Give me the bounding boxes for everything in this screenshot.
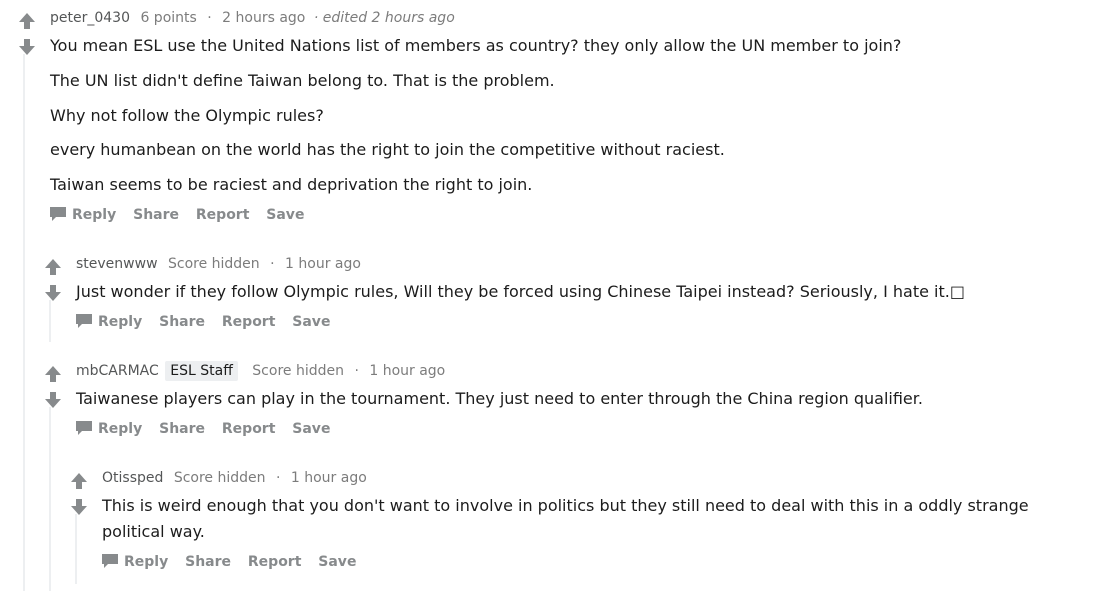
upvote-arrow-icon[interactable] xyxy=(16,11,38,31)
comment-time[interactable]: 1 hour ago xyxy=(369,363,445,379)
upvote-arrow-icon[interactable] xyxy=(68,471,90,491)
reply-bubble-icon xyxy=(102,554,118,568)
share-button[interactable]: Share xyxy=(159,421,205,437)
upvote-arrow-icon[interactable] xyxy=(42,364,64,384)
reply-bubble-icon xyxy=(76,421,92,435)
comment-paragraph: Just wonder if they follow Olympic rules… xyxy=(76,282,965,301)
comment-body: This is weird enough that you don't want… xyxy=(102,493,1062,554)
comment-actions: Reply Share Report Save xyxy=(76,420,342,438)
comment-score: 6 points xyxy=(140,10,197,26)
save-button[interactable]: Save xyxy=(318,554,356,570)
reply-label: Reply xyxy=(98,314,143,330)
comment-meta: mbCARMAC ESL Staff Score hidden · 1 hour… xyxy=(76,361,445,381)
user-flair-badge: ESL Staff xyxy=(165,361,238,381)
comment-paragraph: The UN list didn't define Taiwan belong … xyxy=(50,70,555,90)
downvote-arrow-icon[interactable] xyxy=(16,37,38,57)
report-button[interactable]: Report xyxy=(222,421,276,437)
reply-label: Reply xyxy=(72,207,117,223)
thread-line-level-2a[interactable] xyxy=(49,300,51,342)
comment-paragraph: Taiwan seems to be raciest and deprivati… xyxy=(50,175,533,195)
comment-paragraph: every humanbean on the world has the rig… xyxy=(50,140,725,160)
comment-score: Score hidden xyxy=(173,470,266,486)
downvote-arrow-icon[interactable] xyxy=(68,497,90,517)
comment-author[interactable]: mbCARMAC xyxy=(76,363,159,379)
meta-separator: · xyxy=(270,256,275,272)
comment-paragraph: Taiwanese players can play in the tourna… xyxy=(76,389,923,408)
comment-time[interactable]: 2 hours ago xyxy=(222,10,305,26)
comment-edited: · edited 2 hours ago xyxy=(313,10,455,26)
share-button[interactable]: Share xyxy=(159,314,205,330)
comment-body: Just wonder if they follow Olympic rules… xyxy=(76,279,1076,314)
report-button[interactable]: Report xyxy=(196,207,250,223)
thread-line-level-2b[interactable] xyxy=(49,407,51,591)
comment-meta: Otissped Score hidden · 1 hour ago xyxy=(102,469,367,487)
save-button[interactable]: Save xyxy=(292,421,330,437)
downvote-arrow-icon[interactable] xyxy=(42,283,64,303)
comment-paragraph: Why not follow the Olympic rules? xyxy=(50,105,324,125)
upvote-arrow-icon[interactable] xyxy=(42,257,64,277)
comment-paragraph: This is weird enough that you don't want… xyxy=(102,496,1029,541)
reply-button[interactable]: Reply xyxy=(76,314,142,330)
reply-button[interactable]: Reply xyxy=(50,207,116,223)
comment-actions: Reply Share Report Save xyxy=(76,313,342,331)
comment-meta: peter_0430 6 points · 2 hours ago · edit… xyxy=(50,9,455,27)
report-button[interactable]: Report xyxy=(222,314,276,330)
reply-bubble-icon xyxy=(76,314,92,328)
comment-body: You mean ESL use the United Nations list… xyxy=(50,33,1080,207)
meta-separator: · xyxy=(354,363,359,379)
comment-actions: Reply Share Report Save xyxy=(50,206,316,224)
comment-meta: stevenwww Score hidden · 1 hour ago xyxy=(76,255,361,273)
save-button[interactable]: Save xyxy=(292,314,330,330)
comment-time[interactable]: 1 hour ago xyxy=(291,470,367,486)
reply-label: Reply xyxy=(98,421,143,437)
report-button[interactable]: Report xyxy=(248,554,302,570)
comment-body: Taiwanese players can play in the tourna… xyxy=(76,386,1076,421)
reply-bubble-icon xyxy=(50,207,66,221)
thread-line-level-1[interactable] xyxy=(23,54,25,591)
comment-paragraph: You mean ESL use the United Nations list… xyxy=(50,36,902,55)
reply-button[interactable]: Reply xyxy=(102,554,168,570)
thread-line-level-3[interactable] xyxy=(75,514,77,584)
share-button[interactable]: Share xyxy=(133,207,179,223)
save-button[interactable]: Save xyxy=(266,207,304,223)
comment-author[interactable]: peter_0430 xyxy=(50,10,130,26)
meta-separator: · xyxy=(207,10,212,26)
comment-score: Score hidden xyxy=(167,256,260,272)
reply-label: Reply xyxy=(124,554,169,570)
comment-time[interactable]: 1 hour ago xyxy=(285,256,361,272)
comment-author[interactable]: Otissped xyxy=(102,470,163,486)
meta-separator: · xyxy=(275,470,281,486)
reply-button[interactable]: Reply xyxy=(76,421,142,437)
comment-actions: Reply Share Report Save xyxy=(102,553,368,571)
downvote-arrow-icon[interactable] xyxy=(42,390,64,410)
share-button[interactable]: Share xyxy=(185,554,231,570)
comment-score: Score hidden xyxy=(252,363,344,379)
comment-author[interactable]: stevenwww xyxy=(76,256,158,272)
